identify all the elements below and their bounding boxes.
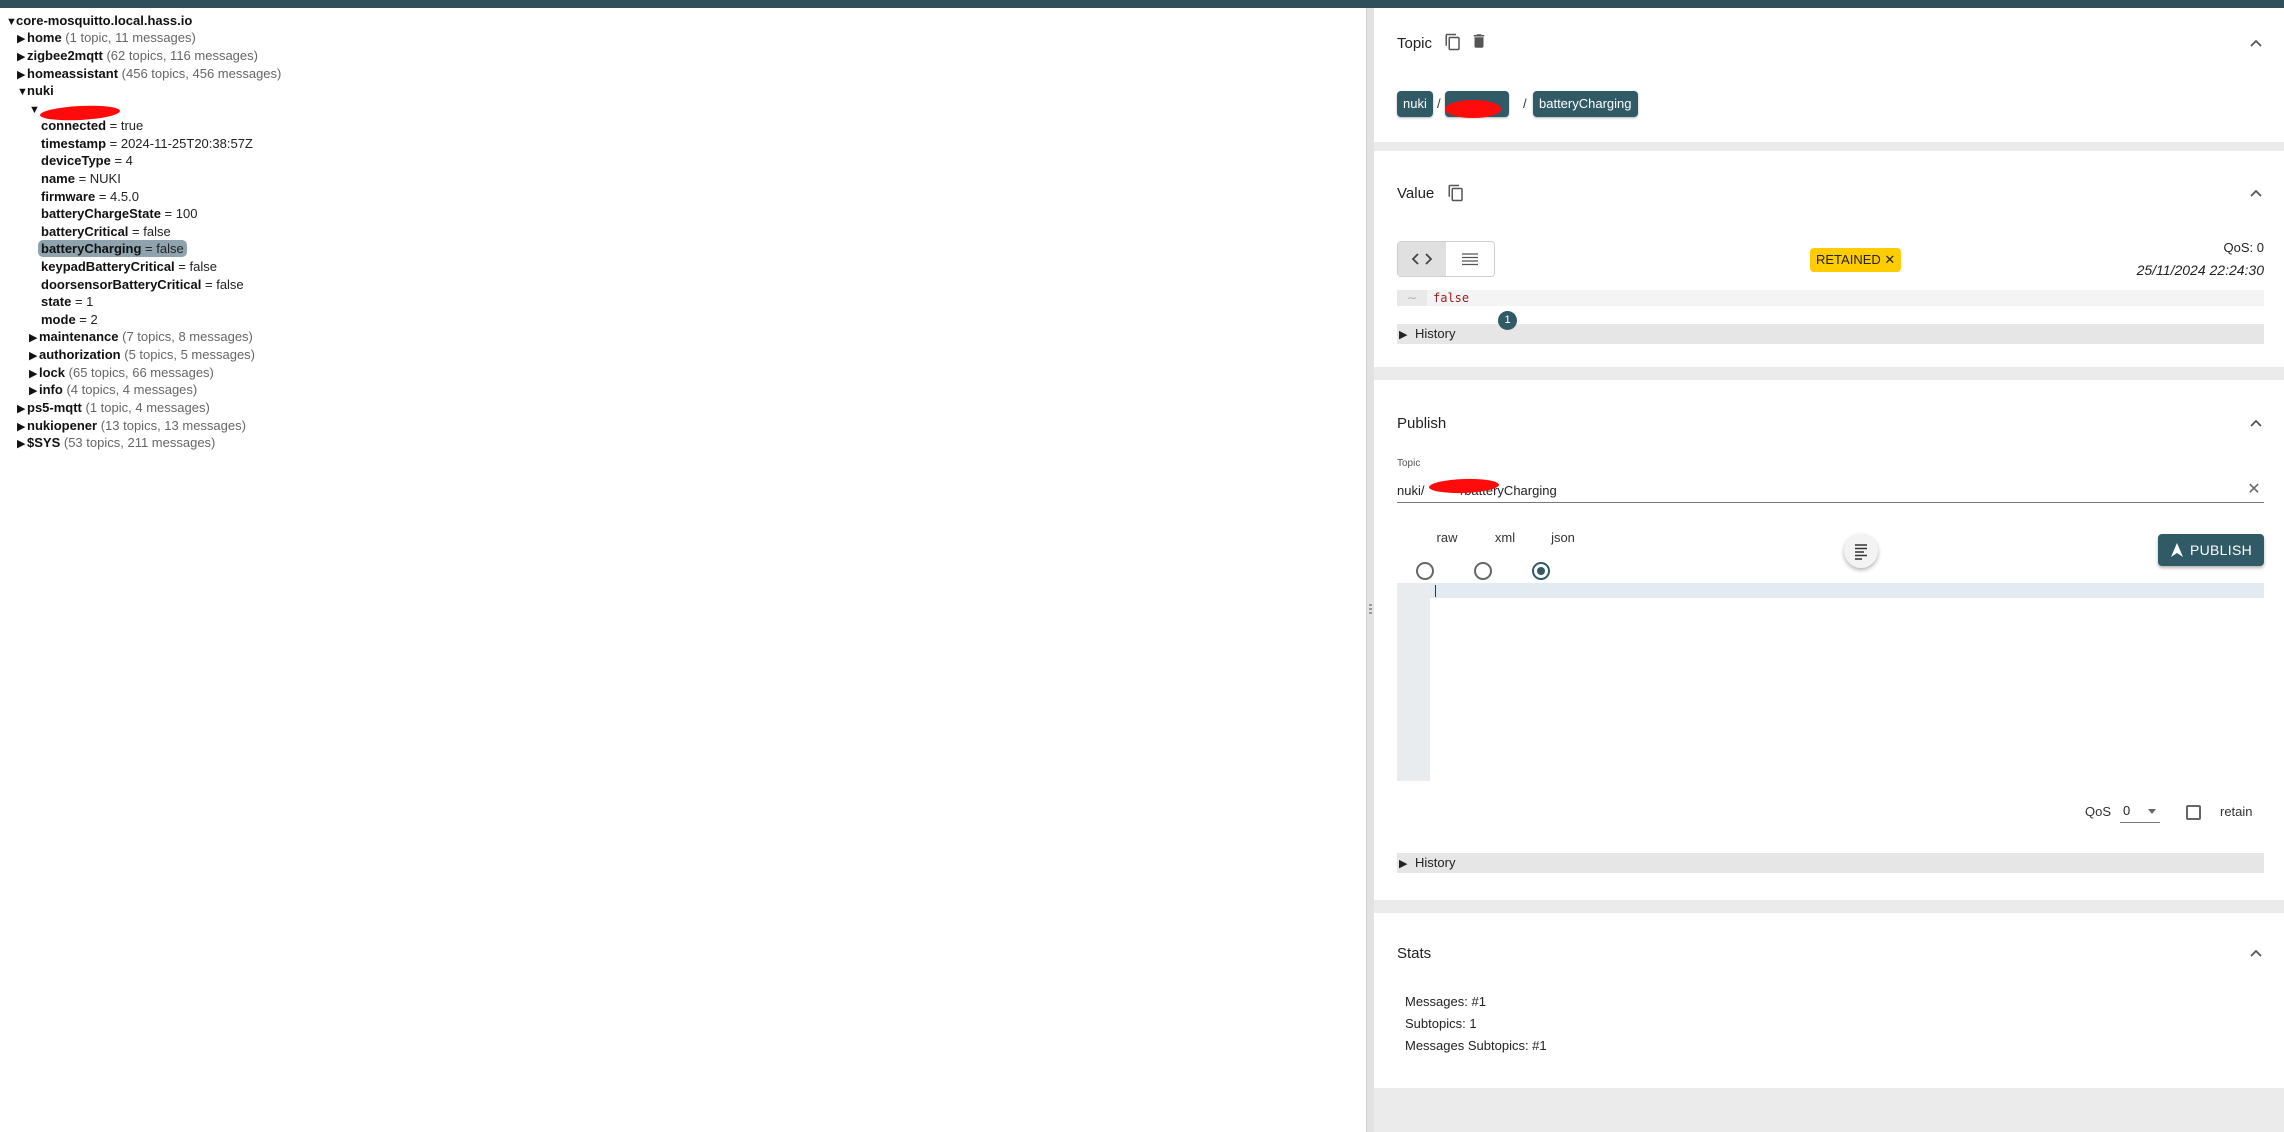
- stats-messages: Messages: #1: [1405, 994, 1486, 1009]
- expanded-triangle-icon: ▼: [6, 16, 17, 28]
- collapsed-triangle-icon: ▶: [29, 332, 38, 344]
- collapsed-triangle-icon: ▶: [17, 51, 26, 63]
- retained-badge[interactable]: RETAINED ✕: [1810, 248, 1902, 272]
- breadcrumb-chip-nuki[interactable]: nuki: [1397, 91, 1433, 117]
- collapsed-triangle-icon: ▶: [29, 385, 38, 397]
- value-viewer: ⁓ false: [1397, 290, 2264, 306]
- tree-node-device[interactable]: ▼: [29, 100, 40, 117]
- tree-value-doorsensorbatterycritical[interactable]: doorsensorBatteryCritical = false: [41, 276, 244, 293]
- format-radio-raw[interactable]: [1416, 562, 1434, 580]
- value-text: false: [1433, 291, 1470, 305]
- tree-node-nuki[interactable]: ▼nuki: [17, 82, 54, 99]
- redaction-mark: [1445, 100, 1501, 118]
- expanded-triangle-icon: ▼: [17, 86, 28, 98]
- format-label-json: json: [1551, 530, 1575, 545]
- tree-value-name[interactable]: name = NUKI: [41, 170, 121, 187]
- tree-node-home[interactable]: ▶ home (1 topic, 11 messages): [17, 29, 196, 46]
- top-app-bar: [0, 0, 2284, 8]
- collapsed-triangle-icon: ▶: [29, 350, 38, 362]
- collapsed-triangle-icon: ▶: [17, 403, 26, 415]
- tree-node-info[interactable]: ▶ info (4 topics, 4 messages): [29, 381, 197, 398]
- format-lines-icon: [1855, 544, 1867, 560]
- clear-topic-icon[interactable]: ✕: [2244, 478, 2264, 502]
- publish-button[interactable]: PUBLISH: [2157, 534, 2264, 566]
- topic-tree: ▼core-mosquitto.local.hass.io ▶ home (1 t…: [0, 8, 1366, 1132]
- collapsed-triangle-icon: ▶: [17, 438, 26, 450]
- active-line-highlight: [1397, 583, 2264, 598]
- stats-subtopics: Subtopics: 1: [1405, 1016, 1477, 1031]
- breadcrumb-separator: /: [1437, 96, 1441, 111]
- publish-topic-input[interactable]: [1397, 478, 2264, 503]
- tree-node-maintenance[interactable]: ▶ maintenance (7 topics, 8 messages): [29, 328, 253, 345]
- tree-node-homeassistant[interactable]: ▶ homeassistant (456 topics, 456 messages…: [17, 65, 281, 82]
- format-radio-xml[interactable]: [1474, 562, 1492, 580]
- collapse-chevron-icon[interactable]: [2250, 418, 2262, 430]
- dropdown-arrow-icon: [2148, 809, 2156, 814]
- tree-value-keypadbatterycritical[interactable]: keypadBatteryCritical = false: [41, 258, 217, 275]
- value-card-title: Value: [1397, 185, 1435, 202]
- message-timestamp: 25/11/2024 22:24:30: [2136, 262, 2264, 278]
- qos-label: QoS: [2085, 804, 2112, 819]
- format-label-xml: xml: [1494, 530, 1516, 545]
- publish-history-toggle[interactable]: ▶ History: [1397, 853, 2264, 873]
- tree-value-batterychargestate[interactable]: batteryChargeState = 100: [41, 205, 197, 222]
- tree-value-mode[interactable]: mode = 2: [41, 311, 98, 328]
- topic-card: Topic nuki / / batteryCharging: [1374, 8, 2284, 142]
- retain-label: retain: [2220, 804, 2253, 819]
- format-label-raw: raw: [1436, 530, 1458, 545]
- stats-card: Stats Messages: #1 Subtopics: 1 Messages…: [1374, 913, 2284, 1088]
- collapse-chevron-icon[interactable]: [2250, 38, 2262, 50]
- tree-value-firmware[interactable]: firmware = 4.5.0: [41, 188, 139, 205]
- breadcrumb-chip-batterycharging[interactable]: batteryCharging: [1533, 91, 1638, 117]
- collapsed-triangle-icon: ▶: [1399, 858, 1408, 870]
- tree-node-root[interactable]: ▼core-mosquitto.local.hass.io: [6, 12, 192, 29]
- stats-card-title: Stats: [1397, 945, 1432, 962]
- collapse-chevron-icon[interactable]: [2250, 948, 2262, 960]
- delete-icon[interactable]: [1470, 32, 1488, 50]
- tree-node-sys[interactable]: ▶ $SYS (53 topics, 211 messages): [17, 434, 215, 451]
- tree-value-batterycritical[interactable]: batteryCritical = false: [41, 223, 171, 240]
- topic-card-title: Topic: [1397, 35, 1433, 52]
- fold-icon: ⁓: [1397, 290, 1427, 306]
- expanded-triangle-icon: ▼: [29, 104, 40, 116]
- tree-value-timestamp[interactable]: timestamp = 2024-11-25T20:38:57Z: [41, 135, 253, 152]
- tree-value-devicetype[interactable]: deviceType = 4: [41, 152, 133, 169]
- drag-handle-icon: [1369, 604, 1372, 616]
- copy-icon[interactable]: [1447, 184, 1465, 202]
- tree-value-batterycharging-selected[interactable]: batteryCharging = false: [38, 240, 187, 257]
- collapsed-triangle-icon: ▶: [1399, 329, 1408, 341]
- value-history-toggle[interactable]: ▶ History 1: [1397, 311, 2264, 344]
- navigation-arrow-icon: [2170, 543, 2183, 557]
- history-count-badge: 1: [1498, 311, 1517, 330]
- qos-select[interactable]: 0: [2120, 800, 2160, 823]
- tree-node-zigbee2mqtt[interactable]: ▶ zigbee2mqtt (62 topics, 116 messages): [17, 47, 258, 64]
- text-caret: [1435, 585, 1436, 597]
- close-icon[interactable]: ✕: [1884, 252, 1895, 267]
- tree-node-nukiopener[interactable]: ▶ nukiopener (13 topics, 13 messages): [17, 417, 246, 434]
- raw-view-button[interactable]: [1446, 242, 1494, 276]
- tree-node-authorization[interactable]: ▶ authorization (5 topics, 5 messages): [29, 346, 255, 363]
- code-view-button[interactable]: [1398, 242, 1446, 276]
- tree-value-state[interactable]: state = 1: [41, 293, 93, 310]
- copy-icon[interactable]: [1444, 33, 1462, 51]
- collapse-chevron-icon[interactable]: [2250, 188, 2262, 200]
- details-panel: Topic nuki / / batteryCharging Value RET…: [1374, 8, 2284, 1132]
- stats-messages-subtopics: Messages Subtopics: #1: [1405, 1038, 1547, 1053]
- format-radio-json[interactable]: [1532, 562, 1550, 580]
- format-document-button[interactable]: [1844, 534, 1878, 568]
- collapsed-triangle-icon: ▶: [17, 33, 26, 45]
- qos-info: QoS: 0: [2223, 240, 2264, 255]
- view-mode-toggle: [1397, 241, 1495, 277]
- retain-checkbox[interactable]: [2186, 805, 2201, 820]
- tree-node-ps5-mqtt[interactable]: ▶ ps5-mqtt (1 topic, 4 messages): [17, 399, 210, 416]
- editor-gutter: [1397, 583, 1430, 781]
- publish-topic-label: Topic: [1397, 458, 1421, 469]
- publish-card-title: Publish: [1397, 415, 1447, 432]
- breadcrumb-separator: /: [1523, 96, 1527, 111]
- publish-payload-editor[interactable]: [1397, 583, 2264, 781]
- tree-node-lock[interactable]: ▶ lock (65 topics, 66 messages): [29, 364, 214, 381]
- tree-value-connected[interactable]: connected = true: [41, 117, 143, 134]
